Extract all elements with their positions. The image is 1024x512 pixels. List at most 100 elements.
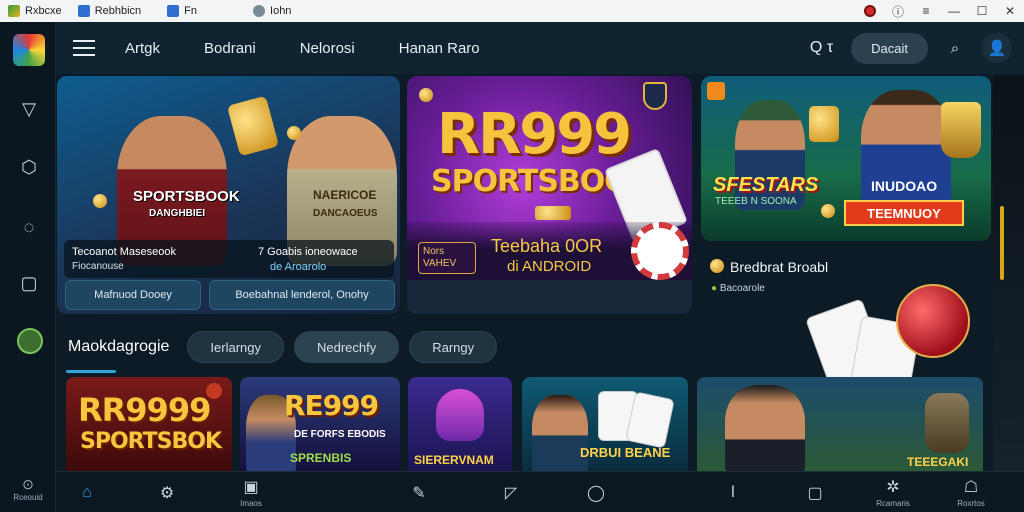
side-promo-subtitle: ● Bacoarole <box>711 283 765 294</box>
banner-stars[interactable]: SFESTARS TEEEB N SOONA INUDOAO TEEMNUOY <box>701 76 991 241</box>
category-chip-1[interactable]: Ierlarngy <box>187 331 284 363</box>
frame-button[interactable]: ▢ <box>790 472 840 512</box>
tab-3[interactable]: Fn <box>159 0 205 22</box>
settings-button[interactable]: ✲ Rcamaris <box>868 472 918 512</box>
app-logo-icon[interactable] <box>13 34 45 66</box>
category-chip-2[interactable]: Nedrechfy <box>293 331 400 363</box>
bottom-bar: ⌂ ⚙ ▣ Imaos ✎ ◸ ◯ ǀ ▢ ✲ Rcamaris ☖ Roxrtos <box>56 471 1024 512</box>
tab-label: Fn <box>184 5 198 17</box>
frame-icon: ▢ <box>807 484 823 502</box>
coin-icon <box>535 206 571 220</box>
browser-icon <box>77 5 90 17</box>
nav-link-1[interactable]: Artgk <box>125 40 160 57</box>
gear-button[interactable]: ⚙ <box>142 472 192 512</box>
category-underline <box>66 370 116 373</box>
scrollbar[interactable] <box>1000 206 1004 280</box>
user-icon: ◯ <box>587 484 605 502</box>
dot-icon: ● <box>711 283 718 294</box>
game-tile[interactable]: SIERERVNAM <box>408 377 512 471</box>
doc-icon <box>167 5 180 17</box>
tab-2[interactable]: Rebhbicn <box>70 0 149 22</box>
tab-1[interactable]: Rxbcxe <box>0 0 70 22</box>
window-titlebar: Rxbcxe Rebhbicn Fn Iohn ⓘ ≡ — ☐ ✕ <box>0 0 1024 22</box>
game-tile[interactable]: DRBUI BEANE <box>522 377 688 471</box>
globe-icon <box>253 5 266 17</box>
banner-button-right[interactable]: Boebahnal lenderol, Onohy <box>209 280 395 310</box>
avatar[interactable] <box>17 328 43 354</box>
tile-title: RE999 <box>284 389 379 422</box>
tab-label: Rebhbicn <box>94 5 142 17</box>
deposit-button[interactable]: Dacait <box>851 32 928 64</box>
tile-subtitle: DE FORFS EBODIS <box>294 429 386 440</box>
edit-button[interactable]: ✎ <box>394 472 444 512</box>
tile-subtitle: DRBUI BEANE <box>580 445 671 460</box>
rail-bottom-label: Rceouid <box>13 493 43 502</box>
orange-badge-icon <box>707 82 725 100</box>
square-icon[interactable]: ▢ <box>16 270 42 296</box>
user-button[interactable]: ◯ <box>571 472 621 512</box>
casino-button[interactable]: ▣ Imaos <box>226 472 276 512</box>
nav-link-4[interactable]: Hanan Raro <box>399 40 480 57</box>
settings-label: Rcamaris <box>876 499 910 508</box>
shield-icon[interactable]: ▽ <box>16 96 42 122</box>
jersey-text: INUDOAO <box>871 178 938 194</box>
search-mark: τ <box>826 39 834 56</box>
banner-footer <box>407 280 692 314</box>
promo-text-2: di ANDROID <box>507 258 592 275</box>
trophy-icon <box>941 102 981 158</box>
search-label: Q <box>809 39 823 56</box>
banner-button-left[interactable]: Mafnuod Dooey <box>65 280 201 310</box>
casino-icon: ▣ <box>243 479 259 496</box>
coin-icon <box>93 194 107 208</box>
home-button[interactable]: ⌂ <box>62 472 112 512</box>
hand-icon <box>925 393 969 453</box>
user-icon[interactable]: 👤 <box>982 33 1012 63</box>
minimize-icon[interactable]: — <box>940 0 968 22</box>
search-button[interactable]: Q τ <box>810 39 833 57</box>
coin-icon <box>226 95 280 157</box>
top-nav: Artgk Bodrani Nelorosi Hanan Raro Q τ Da… <box>56 22 1024 74</box>
pin-button[interactable]: ǀ <box>708 472 758 512</box>
badge-icon[interactable]: ⬡ <box>16 154 42 180</box>
profile-icon: ☖ <box>963 479 979 496</box>
close-icon[interactable]: ✕ <box>996 0 1024 22</box>
game-tile[interactable]: TEEEGAKI <box>697 377 983 471</box>
maximize-icon[interactable]: ☐ <box>968 0 996 22</box>
nav-link-2[interactable]: Bodrani <box>204 40 256 57</box>
helmet-icon <box>436 389 484 441</box>
search-icon[interactable]: ⌕ <box>940 33 970 63</box>
category-chip-3[interactable]: Rarngy <box>409 331 498 363</box>
banner-sportsbook-left[interactable]: SPORTSBOOK DANGHBIEI NAERICOE DANCAOEUS … <box>57 76 400 314</box>
coin-icon <box>710 259 724 273</box>
category-label[interactable]: Maokdagrogie <box>68 338 169 356</box>
hamburger-menu-icon[interactable] <box>73 40 95 56</box>
chat-button[interactable]: ◸ <box>486 472 536 512</box>
poker-chip-icon <box>631 222 689 280</box>
rail-bottom-item[interactable]: ⊙ Rceouid <box>0 470 56 512</box>
banner-sign: TEEMNUOY <box>844 200 964 226</box>
promo-badge: Nors VAHEV <box>418 242 476 274</box>
side-promo-title[interactable]: Bredbrat Broabl <box>730 259 828 275</box>
edit-icon: ✎ <box>412 484 426 502</box>
game-tile[interactable]: RR9999 SPORTSBOK <box>66 377 232 471</box>
account-icon: ⊙ <box>22 476 34 492</box>
info-icon[interactable]: ⓘ <box>884 0 912 22</box>
player-image <box>725 385 805 471</box>
tile-subtitle-2: SPRENBIS <box>290 451 352 465</box>
game-tile[interactable]: RE999 DE FORFS EBODIS SPRENBIS <box>240 377 400 471</box>
caption-title-2: 7 Goabis ioneowace <box>258 246 358 258</box>
home-icon: ⌂ <box>82 483 92 501</box>
menu-icon[interactable]: ≡ <box>912 0 940 22</box>
tab-label: Iohn <box>270 5 292 17</box>
nav-link-3[interactable]: Nelorosi <box>300 40 355 57</box>
category-row: Maokdagrogie Ierlarngy Nedrechfy Rarngy <box>57 330 507 364</box>
profile-button[interactable]: ☖ Roxrtos <box>946 472 996 512</box>
jersey-text-left-sub: DANGHBIEI <box>149 208 206 219</box>
banner-rr999[interactable]: RR999 SPORTSBOOK Nors VAHEV Teebaha 0OR … <box>407 76 692 314</box>
tab-4[interactable]: Iohn <box>245 0 299 22</box>
record-icon[interactable] <box>856 0 884 22</box>
coin-icon <box>419 88 433 102</box>
tile-subtitle: SPORTSBOK <box>80 429 222 454</box>
chat-icon[interactable]: ◌ <box>16 214 42 240</box>
jersey-text-right: NAERICOE <box>313 188 377 202</box>
